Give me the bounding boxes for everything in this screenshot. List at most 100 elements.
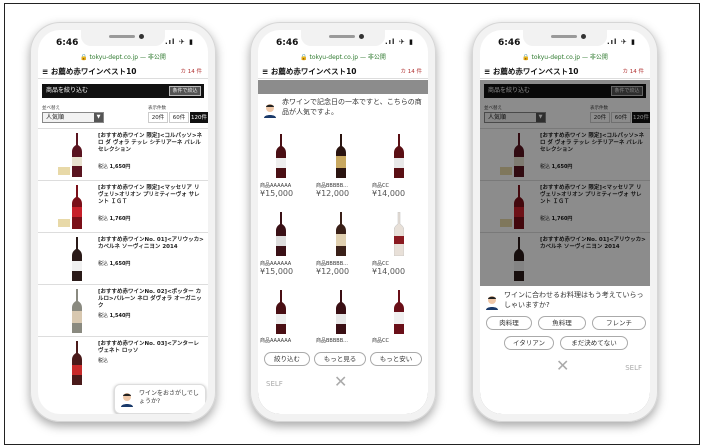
option-italian-button[interactable]: イタリアン: [504, 336, 554, 350]
award-sticker: [58, 167, 70, 175]
recommended-item-price: ¥14,000: [372, 267, 406, 276]
recommended-item-label: 商品CC: [372, 261, 389, 267]
list-item[interactable]: [おすすめ赤ワイン 限定]<コルパッソ>ネロ ダ ヴォラ テッレ シチリアーネ …: [38, 128, 208, 180]
status-time: 6:46: [56, 38, 79, 48]
concierge-avatar: [264, 104, 276, 118]
chat-prompt-bubble[interactable]: ワインをおさがしでしょうか?: [114, 384, 206, 414]
wine-bottle-image: [72, 237, 82, 281]
recommended-item-label: 商品CC: [372, 183, 389, 189]
wine-bottle-image: [72, 341, 82, 385]
chat-message: 赤ワインで記念日の一本ですと、こちらの商品が人気ですよ。: [282, 98, 422, 116]
self-label: SELF: [266, 380, 283, 388]
recommended-item-label: 商品CC: [372, 338, 389, 344]
cheaper-button[interactable]: もっと安い: [370, 352, 422, 366]
menu-icon[interactable]: ≡: [484, 67, 490, 76]
product-price: 税込 1,650円: [98, 261, 131, 267]
product-name[interactable]: [おすすめ赤ワイン 限定]<マッセリア リ ヴェリ>オリオン プリミティーヴォ …: [98, 185, 204, 206]
chat-message: ワインをおさがしでしょうか?: [139, 390, 199, 405]
recommended-item-price: ¥12,000: [316, 189, 350, 198]
option-fish-button[interactable]: 魚料理: [538, 316, 586, 330]
phone-screen-3: 6:46 .ıl ✈ ▮ 🔒 tokyu-dept.co.jp — 非公開 ≡ …: [480, 30, 650, 414]
self-label: SELF: [625, 364, 642, 372]
product-price: 税込 1,760円: [98, 216, 131, 222]
cart-badge[interactable]: カ 14 件: [401, 65, 423, 79]
recommended-wine-image[interactable]: [276, 212, 286, 256]
option-meat-button[interactable]: 肉料理: [486, 316, 532, 330]
condition-filter-button[interactable]: 条件で絞込: [169, 86, 201, 96]
product-name[interactable]: [おすすめ赤ワイン 限定]<コルパッソ>ネロ ダ ヴォラ テッレ シチリアーネ …: [98, 133, 204, 154]
recommended-item-price: ¥14,000: [372, 189, 406, 198]
close-icon[interactable]: ✕: [556, 356, 569, 375]
chat-panel: ワインに合わせるお料理はもう考えていらっしゃいますか? 肉料理 魚料理 フレンチ…: [480, 286, 650, 414]
product-price: 税込: [98, 358, 109, 364]
award-sticker: [58, 219, 70, 227]
chevron-down-icon: ▼: [94, 113, 103, 122]
phone-mockup-1: 6:46 .ıl ✈ ▮ 🔒 tokyu-dept.co.jp — 非公開 ≡ …: [30, 22, 216, 422]
page-title: ≡ お薦め赤ワインベスト10 カ 14 件: [258, 65, 428, 79]
chat-message: ワインに合わせるお料理はもう考えていらっしゃいますか?: [504, 291, 644, 309]
narrow-down-button[interactable]: 絞り込む: [264, 352, 310, 366]
option-undecided-button[interactable]: まだ決めてない: [560, 336, 628, 350]
count-option-20[interactable]: 20件: [148, 112, 168, 123]
product-name[interactable]: [おすすめ赤ワインNo. 01]<アリウッカ>カベルネ ソーヴィニヨン 2014: [98, 237, 204, 251]
recommended-item-price: ¥15,000: [260, 189, 294, 198]
chat-panel: 赤ワインで記念日の一本ですと、こちらの商品が人気ですよ。 商品AAAAAA ¥1…: [258, 94, 428, 414]
cart-badge[interactable]: カ 14 件: [623, 65, 645, 79]
product-name[interactable]: [おすすめ赤ワインNo. 03]<アンターレヴェネト ロッソ: [98, 341, 204, 355]
menu-icon[interactable]: ≡: [42, 67, 48, 76]
wine-bottle-image: [72, 185, 82, 229]
recommended-wine-image[interactable]: [276, 134, 286, 178]
list-item[interactable]: [おすすめ赤ワイン 限定]<マッセリア リ ヴェリ>オリオン プリミティーヴォ …: [38, 180, 208, 232]
page-title: ≡ お薦め赤ワインベスト10 カ 14 件: [38, 65, 208, 79]
menu-icon[interactable]: ≡: [262, 67, 268, 76]
signal-wifi-battery-icon: .ıl ✈ ▮: [164, 38, 194, 46]
list-item[interactable]: [おすすめ赤ワインNo. 02]<ポッター カルロ>バルーン ネロ ダヴォラ オ…: [38, 284, 208, 336]
recommended-item-label: 商品AAAAAA: [260, 338, 292, 344]
recommended-wine-image[interactable]: [336, 134, 346, 178]
see-more-button[interactable]: もっと見る: [314, 352, 366, 366]
recommended-wine-image[interactable]: [394, 290, 404, 334]
recommended-wine-image[interactable]: [276, 290, 286, 334]
product-price: 税込 1,540円: [98, 313, 131, 319]
wine-bottle-image: [72, 289, 82, 333]
signal-wifi-battery-icon: .ıl ✈ ▮: [606, 38, 636, 46]
recommended-wine-image[interactable]: [336, 212, 346, 256]
phone-mockup-2: 6:46 .ıl ✈ ▮ 🔒 tokyu-dept.co.jp — 非公開 ≡ …: [250, 22, 436, 422]
recommended-wine-image[interactable]: [394, 134, 404, 178]
list-item[interactable]: [おすすめ赤ワインNo. 01]<アリウッカ>カベルネ ソーヴィニヨン 2014…: [38, 232, 208, 284]
page-title: ≡ お薦め赤ワインベスト10 カ 14 件: [480, 65, 650, 79]
status-time: 6:46: [276, 38, 299, 48]
count-option-60[interactable]: 60件: [169, 112, 189, 123]
option-french-button[interactable]: フレンチ: [592, 316, 646, 330]
sort-select[interactable]: 人気順 ▼: [42, 112, 104, 123]
recommended-item-label: 商品BBBBB...: [316, 338, 348, 344]
phone-screen-1: 6:46 .ıl ✈ ▮ 🔒 tokyu-dept.co.jp — 非公開 ≡ …: [38, 30, 208, 414]
close-icon[interactable]: ✕: [334, 372, 347, 391]
cart-badge[interactable]: カ 14 件: [181, 65, 203, 79]
recommended-item-price: ¥12,000: [316, 267, 350, 276]
signal-wifi-battery-icon: .ıl ✈ ▮: [384, 38, 414, 46]
recommended-wine-image[interactable]: [394, 212, 404, 256]
status-time: 6:46: [498, 38, 521, 48]
recommended-item-label: 商品AAAAAA: [260, 183, 292, 189]
phone-screen-2: 6:46 .ıl ✈ ▮ 🔒 tokyu-dept.co.jp — 非公開 ≡ …: [258, 30, 428, 414]
recommended-item-label: 商品BBBBB...: [316, 183, 348, 189]
filter-bar[interactable]: 商品を絞り込む 条件で絞込: [42, 84, 204, 98]
product-list: [おすすめ赤ワイン 限定]<コルパッソ>ネロ ダ ヴォラ テッレ シチリアーネ …: [38, 128, 208, 388]
count-label: 表示件数: [148, 106, 166, 111]
recommended-item-price: ¥15,000: [260, 267, 294, 276]
concierge-avatar: [121, 393, 133, 407]
browser-url[interactable]: 🔒 tokyu-dept.co.jp — 非公開: [258, 52, 428, 62]
product-price: 税込 1,650円: [98, 164, 131, 170]
product-name[interactable]: [おすすめ赤ワインNo. 02]<ポッター カルロ>バルーン ネロ ダヴォラ オ…: [98, 289, 204, 310]
recommended-wine-image[interactable]: [336, 290, 346, 334]
concierge-avatar: [486, 296, 498, 310]
recommended-item-label: 商品BBBBB...: [316, 261, 348, 267]
list-item[interactable]: [おすすめ赤ワインNo. 03]<アンターレヴェネト ロッソ 税込: [38, 336, 208, 388]
browser-url[interactable]: 🔒 tokyu-dept.co.jp — 非公開: [480, 52, 650, 62]
browser-url[interactable]: 🔒 tokyu-dept.co.jp — 非公開: [38, 52, 208, 62]
recommended-item-label: 商品AAAAAA: [260, 261, 292, 267]
wine-bottle-image: [72, 133, 82, 177]
sort-label: 並べ替え: [42, 106, 60, 111]
count-option-120[interactable]: 120件: [190, 112, 208, 123]
